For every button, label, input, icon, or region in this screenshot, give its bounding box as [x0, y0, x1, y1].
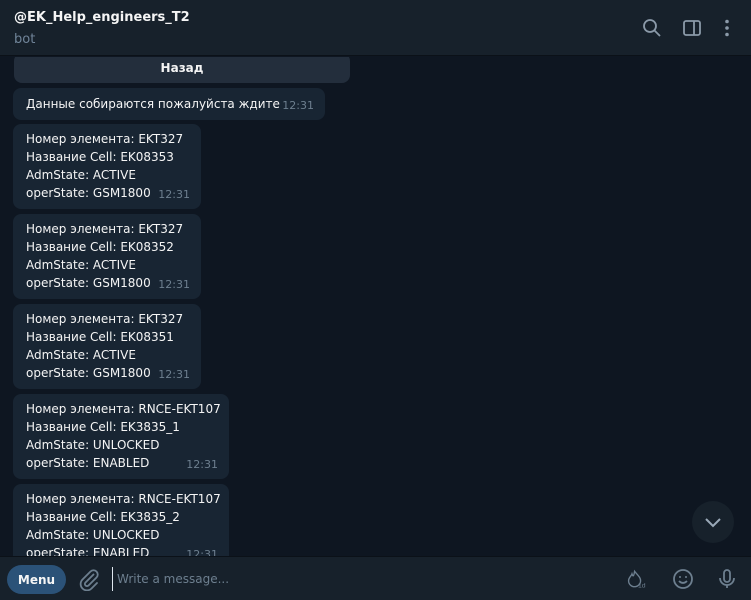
- chat-header: @EK_Help_engineers_T2 bot: [0, 0, 751, 56]
- message-time: 12:31: [186, 458, 218, 471]
- message-line: Название Cell: EK3835_2: [26, 510, 180, 524]
- message-time: 12:31: [158, 188, 190, 201]
- chevron-down-icon: [705, 518, 721, 528]
- chat-status: bot: [14, 32, 36, 47]
- microphone-icon[interactable]: [715, 567, 739, 591]
- search-icon[interactable]: [640, 16, 664, 40]
- message-list[interactable]: Назад Данные собираются пожалуйста ждите…: [0, 57, 751, 556]
- message-line: Номер элемента: RNCE-EKT107: [26, 492, 221, 506]
- message-text: Данные собираются пожалуйста ждите: [26, 97, 280, 111]
- message-line: Название Cell: EK08353: [26, 150, 174, 164]
- message-line: Название Cell: EK08351: [26, 330, 174, 344]
- message-bubble: Номер элемента: EKT327 Название Cell: EK…: [13, 124, 201, 209]
- message-line: Название Cell: EK08352: [26, 240, 174, 254]
- back-button[interactable]: Назад: [14, 57, 350, 83]
- sidebar-toggle-icon[interactable]: [680, 16, 704, 40]
- emoji-icon[interactable]: [671, 567, 695, 591]
- message-bubble: Номер элемента: EKT327 Название Cell: EK…: [13, 304, 201, 389]
- message-line: Номер элемента: EKT327: [26, 312, 184, 326]
- message-composer: Menu 1d: [0, 556, 751, 600]
- message-line: AdmState: UNLOCKED: [26, 438, 160, 452]
- message-time: 12:31: [158, 368, 190, 381]
- scroll-to-bottom-button[interactable]: [692, 501, 734, 543]
- message-bubble: Номер элемента: EKT327 Название Cell: EK…: [13, 214, 201, 299]
- more-vertical-icon[interactable]: [715, 16, 739, 40]
- message-line: AdmState: UNLOCKED: [26, 528, 160, 542]
- timer-label: 1d: [638, 583, 646, 590]
- message-bubble: Номер элемента: RNCE-EKT107 Название Cel…: [13, 394, 229, 479]
- attach-icon[interactable]: [77, 567, 101, 591]
- message-input[interactable]: [112, 567, 592, 591]
- menu-button[interactable]: Menu: [7, 565, 66, 594]
- message-line: AdmState: ACTIVE: [26, 258, 136, 272]
- message-time: 12:31: [282, 99, 314, 112]
- message-line: Номер элемента: RNCE-EKT107: [26, 402, 221, 416]
- message-line: Номер элемента: EKT327: [26, 132, 184, 146]
- message-bubble: Данные собираются пожалуйста ждите 12:31: [13, 88, 325, 120]
- message-line: AdmState: ACTIVE: [26, 348, 136, 362]
- message-line: Номер элемента: EKT327: [26, 222, 184, 236]
- message-line: AdmState: ACTIVE: [26, 168, 136, 182]
- message-bubble: Номер элемента: RNCE-EKT107 Название Cel…: [13, 484, 229, 556]
- message-line: Название Cell: EK3835_1: [26, 420, 180, 434]
- message-time: 12:31: [186, 548, 218, 556]
- self-destruct-timer-icon[interactable]: 1d: [626, 567, 654, 591]
- chat-title[interactable]: @EK_Help_engineers_T2: [14, 10, 190, 25]
- message-time: 12:31: [158, 278, 190, 291]
